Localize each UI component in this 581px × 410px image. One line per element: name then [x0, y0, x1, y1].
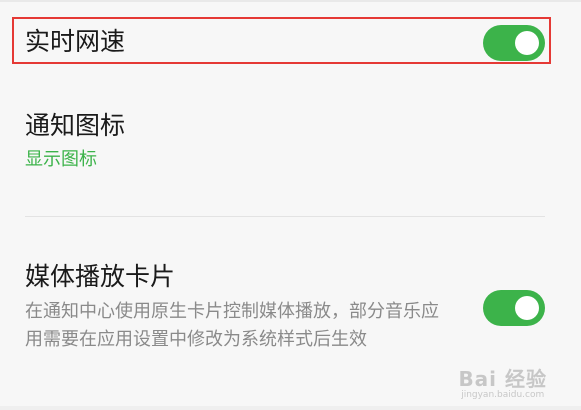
realtime-speed-label: 实时网速	[25, 27, 126, 56]
notification-icon-value: 显示图标	[25, 149, 97, 170]
media-card-label: 媒体播放卡片	[25, 262, 176, 291]
notification-icon-label: 通知图标	[25, 111, 126, 140]
bottom-edge	[0, 406, 581, 410]
top-divider	[0, 0, 581, 2]
baidu-jingyan-watermark: Bai 经验 jingyan.baidu.com	[458, 369, 547, 400]
watermark-brand: Bai 经验	[458, 367, 547, 391]
realtime-speed-toggle[interactable]	[483, 25, 545, 61]
toggle-knob	[515, 31, 539, 55]
watermark-url: jingyan.baidu.com	[461, 390, 545, 400]
media-card-description: 在通知中心使用原生卡片控制媒体播放，部分音乐应用需要在应用设置中修改为系统样式后…	[25, 301, 439, 350]
toggle-knob	[515, 296, 539, 320]
section-divider	[25, 216, 545, 217]
media-card-toggle[interactable]	[483, 290, 545, 326]
